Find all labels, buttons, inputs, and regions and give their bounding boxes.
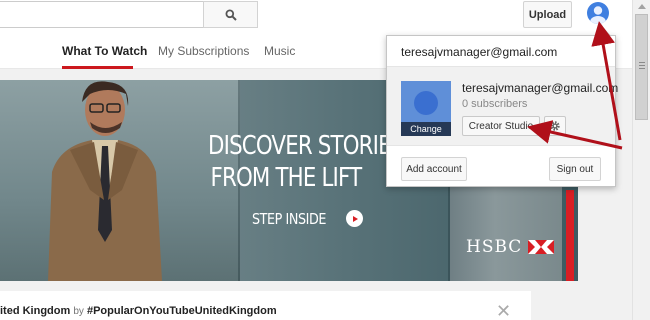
settings-button[interactable] [544, 116, 566, 136]
banner-headline: DISCOVER STORIES FROM THE LIFT [208, 130, 404, 194]
feed-by-label: by [73, 306, 84, 317]
hsbc-hexagon-icon [528, 240, 555, 254]
tab-music[interactable]: Music [264, 44, 295, 58]
scroll-grip-line [639, 65, 645, 66]
scroll-grip-line [639, 62, 645, 63]
banner-person-image [48, 81, 162, 281]
masthead: Upload [0, 0, 632, 34]
banner-headline-line1: DISCOVER STORIES [208, 131, 404, 161]
subscriber-count: 0 subscribers [462, 98, 528, 110]
scroll-grip-line [639, 68, 645, 69]
banner-headline-line2: FROM THE LIFT [210, 163, 363, 193]
banner-cta-text: STEP INSIDE [252, 210, 327, 228]
hsbc-logo-text: HSBC [466, 237, 523, 257]
sign-out-button[interactable]: Sign out [549, 157, 601, 181]
scroll-up-arrow-icon[interactable] [638, 4, 646, 9]
upload-button[interactable]: Upload [523, 1, 572, 28]
search-button[interactable] [203, 1, 258, 28]
feed-hashtag-link[interactable]: #PopularOnYouTubeUnitedKingdom [87, 305, 277, 317]
account-menu: teresajvmanager@gmail.com Change teresaj… [386, 35, 619, 187]
tab-what-to-watch[interactable]: What To Watch [62, 44, 147, 58]
feed-section-header: ited Kingdom by #PopularOnYouTubeUnitedK… [0, 291, 531, 320]
account-avatar-icon [590, 6, 606, 24]
scroll-thumb[interactable] [635, 14, 648, 120]
close-icon[interactable]: ✕ [496, 301, 511, 320]
creator-studio-button[interactable]: Creator Studio [462, 116, 540, 136]
feed-section-title: ited Kingdom by #PopularOnYouTubeUnitedK… [0, 305, 277, 317]
account-channel-panel: Change teresajvmanager@gmail.com 0 subsc… [387, 66, 619, 146]
hsbc-logo: HSBC [466, 237, 555, 257]
add-account-button[interactable]: Add account [401, 157, 467, 181]
channel-name: teresajvmanager@gmail.com [462, 81, 619, 95]
search-icon [225, 9, 237, 21]
brand-red-strip [566, 190, 574, 281]
change-avatar-button[interactable]: Change [401, 122, 451, 136]
gear-icon [550, 121, 560, 131]
feed-channel-title[interactable]: ited Kingdom [0, 305, 70, 317]
page-scrollbar[interactable] [632, 0, 650, 320]
search-input[interactable] [0, 1, 204, 28]
tab-my-subscriptions[interactable]: My Subscriptions [158, 44, 249, 58]
account-email: teresajvmanager@gmail.com [401, 45, 558, 59]
play-icon[interactable] [346, 210, 363, 227]
account-avatar-button[interactable] [587, 2, 609, 24]
channel-avatar[interactable]: Change [401, 81, 451, 136]
active-tab-indicator [62, 66, 133, 69]
youtube-page: Upload What To Watch My Subscriptions Mu… [0, 0, 650, 320]
